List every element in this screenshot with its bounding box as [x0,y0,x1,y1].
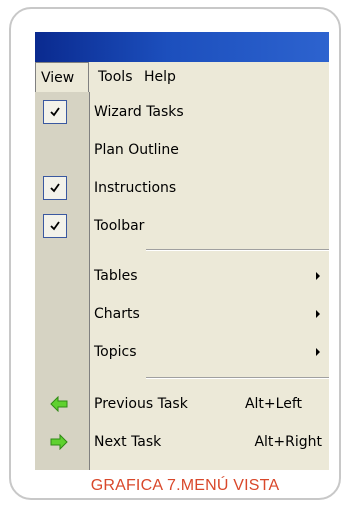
menu-item-charts[interactable]: Charts [36,295,329,333]
menu-tools-label: Tools [98,69,133,85]
check-icon [43,100,67,124]
menu-view[interactable]: View [35,62,89,92]
menu-item-instructions[interactable]: Instructions [36,169,329,207]
green-left-arrow-icon [50,396,68,412]
menu-item-shortcut: Alt+Right [254,434,322,450]
menu-help-label: Help [144,69,176,85]
menu-item-tables[interactable]: Tables [36,257,329,295]
menu-view-label: View [41,70,75,86]
menu-item-wizard-tasks[interactable]: Wizard Tasks [36,93,329,131]
menu-tools[interactable]: Tools [93,62,138,92]
menu-item-label: Wizard Tasks [94,104,184,120]
menu-item-topics[interactable]: Topics [36,333,329,371]
menu-item-label: Previous Task [94,396,188,412]
menu-item-previous-task[interactable]: Previous Task Alt+Left [36,385,329,423]
menu-item-plan-outline[interactable]: Plan Outline [36,131,329,169]
menu-item-label: Tables [94,268,138,284]
check-icon [43,176,67,200]
menu-item-label: Next Task [94,434,162,450]
green-right-arrow-icon [50,434,68,450]
menu-item-label: Topics [94,344,137,360]
submenu-arrow-icon [316,348,320,356]
figure-caption: GRAFICA 7.MENÚ VISTA [90,477,280,494]
menu-item-toolbar[interactable]: Toolbar [36,207,329,245]
menu-item-label: Instructions [94,180,177,196]
window-title-bar [35,32,329,62]
menu-help[interactable]: Help [139,62,181,92]
menu-item-label: Plan Outline [94,142,179,158]
menu-item-next-task[interactable]: Next Task Alt+Right [36,423,329,461]
menu-item-label: Charts [94,306,140,322]
menu-separator [146,249,329,251]
application-screenshot: View Tools Help Wizard Tasks Plan Outlin… [35,32,329,470]
submenu-arrow-icon [316,310,320,318]
menu-item-label: Toolbar [94,218,145,234]
view-menu-dropdown: Wizard Tasks Plan Outline Instructions T… [43,92,329,470]
check-icon [43,214,67,238]
menu-item-shortcut: Alt+Left [244,396,302,412]
submenu-arrow-icon [316,272,320,280]
menu-separator [146,377,329,379]
menu-bar: View Tools Help [35,62,329,92]
